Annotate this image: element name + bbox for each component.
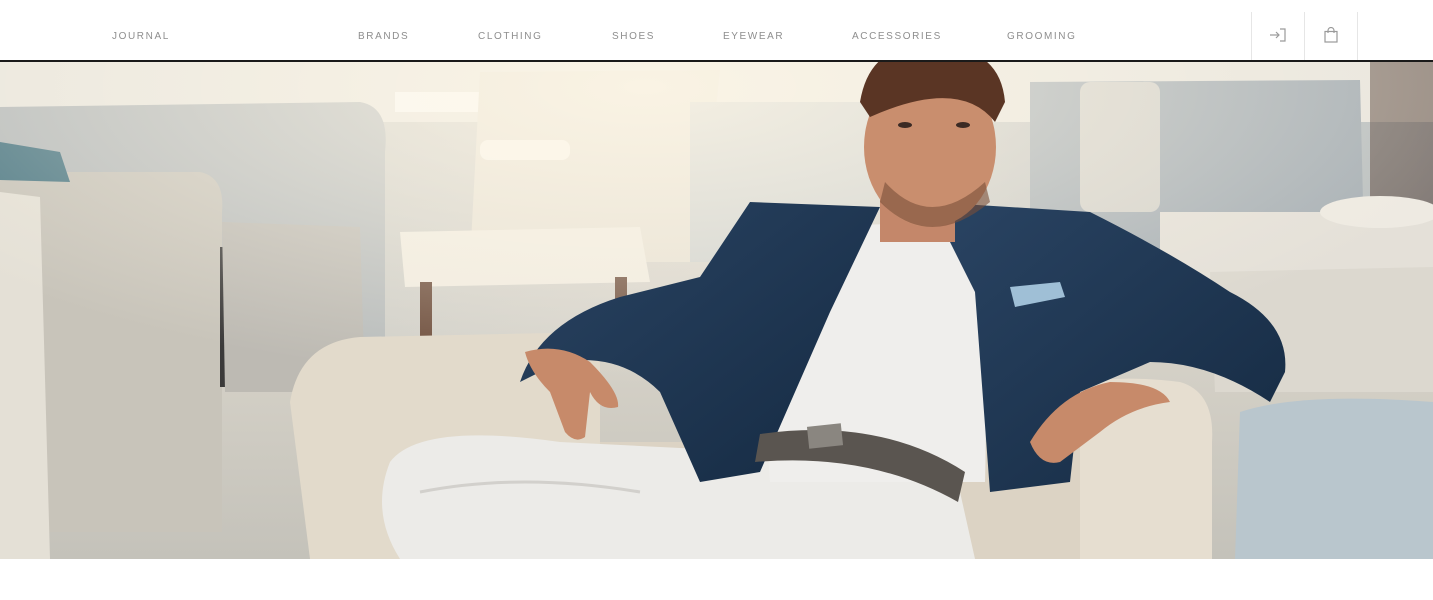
hero-image <box>0 62 1433 559</box>
shopping-bag-icon <box>1324 27 1338 43</box>
nav-link-clothing[interactable]: CLOTHING <box>478 0 542 60</box>
nav-link-grooming[interactable]: GROOMING <box>1007 0 1076 60</box>
nav-link-shoes[interactable]: SHOES <box>612 0 655 60</box>
cart-button[interactable] <box>1304 12 1358 60</box>
sign-in-icon <box>1270 28 1286 42</box>
login-button[interactable] <box>1251 12 1304 60</box>
nav-link-journal[interactable]: JOURNAL <box>112 0 170 60</box>
nav-link-accessories[interactable]: ACCESSORIES <box>852 0 942 60</box>
nav-link-eyewear[interactable]: EYEWEAR <box>723 0 784 60</box>
nav-link-brands[interactable]: BRANDS <box>358 0 409 60</box>
site-header: JOURNAL BRANDS CLOTHING SHOES EYEWEAR AC… <box>0 0 1433 62</box>
hero-banner <box>0 62 1433 559</box>
